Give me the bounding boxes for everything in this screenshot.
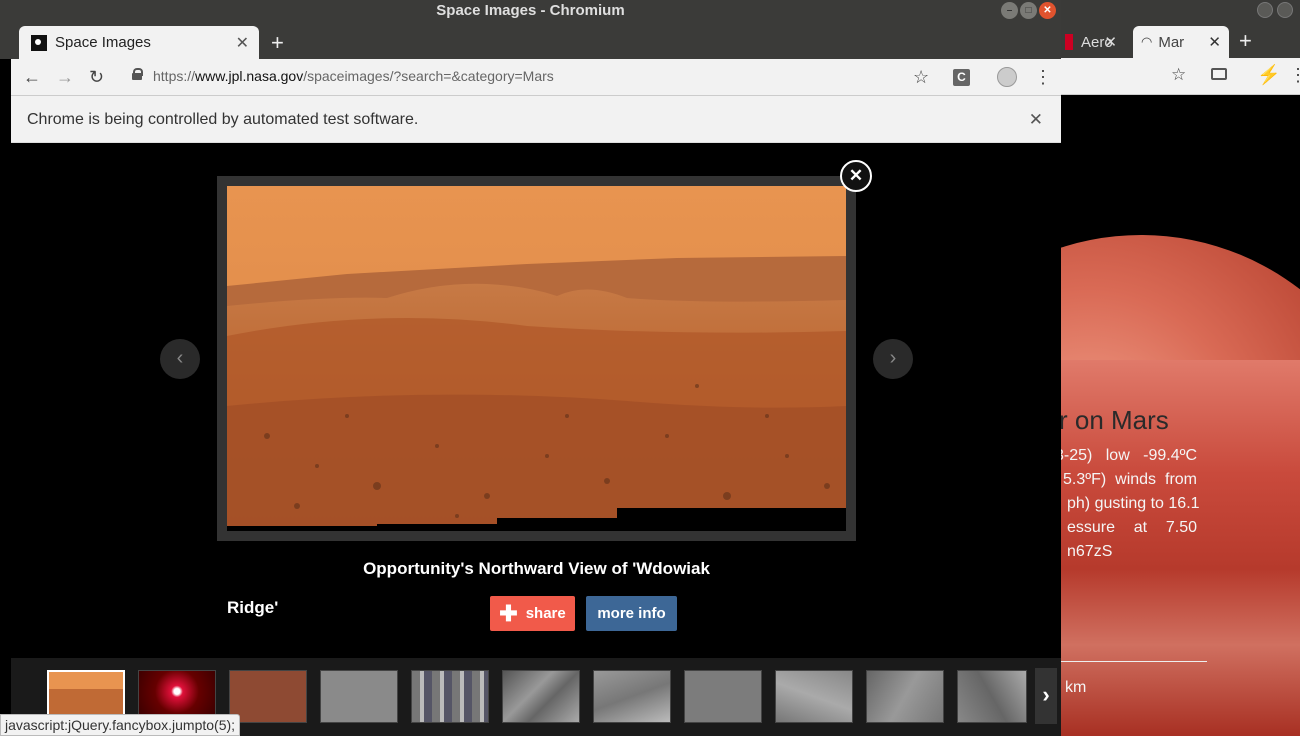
thumbnail[interactable] bbox=[502, 670, 580, 723]
tab-title: Space Images bbox=[55, 34, 151, 51]
tab-space-images[interactable]: Space Images ✕ bbox=[19, 26, 259, 59]
background-toolbar: ☆ ⚡ ⋮ bbox=[1061, 58, 1300, 95]
address-bar[interactable]: https://www.jpl.nasa.gov/spaceimages/?se… bbox=[153, 68, 554, 84]
window-title: Space Images - Chromium bbox=[0, 0, 1061, 24]
mars-panorama-image[interactable] bbox=[227, 186, 846, 531]
thumbnail[interactable] bbox=[684, 670, 762, 723]
thumbnail[interactable] bbox=[957, 670, 1027, 723]
weather-heading: r on Mars bbox=[1061, 405, 1169, 435]
more-info-button[interactable]: more info bbox=[586, 596, 677, 631]
lock-icon[interactable] bbox=[132, 68, 143, 80]
cast-icon[interactable] bbox=[1211, 68, 1227, 80]
thumbnail[interactable] bbox=[775, 670, 853, 723]
bg-minimize-button[interactable] bbox=[1257, 2, 1273, 18]
infobar-message: Chrome is being controlled by automated … bbox=[27, 111, 419, 128]
next-image-button[interactable]: › bbox=[873, 339, 913, 379]
fancybox-frame bbox=[217, 176, 856, 541]
weather-line: 3-25)low-99.4ºC bbox=[1061, 447, 1197, 464]
bookmark-star-icon[interactable]: ☆ bbox=[1171, 65, 1186, 85]
extension-c-icon[interactable]: C bbox=[953, 69, 970, 86]
jpl-favicon-icon bbox=[31, 34, 47, 51]
tab-bar: Space Images ✕ + bbox=[0, 24, 1061, 59]
weather-line: 5.3ºF) winds from bbox=[1063, 471, 1197, 488]
thumbnail[interactable] bbox=[866, 670, 944, 723]
maximize-button[interactable]: □ bbox=[1020, 2, 1037, 19]
profile-avatar-icon[interactable] bbox=[997, 67, 1017, 87]
bookmark-star-icon[interactable]: ☆ bbox=[913, 67, 929, 88]
close-icon[interactable]: ✕ bbox=[236, 33, 249, 53]
background-tab-bar: Aero ✕ ◠ Mar ✕ + bbox=[1061, 0, 1300, 58]
bg-tab-mars[interactable]: ◠ Mar ✕ bbox=[1133, 26, 1229, 58]
browser-toolbar: ← → ↻ https://www.jpl.nasa.gov/spaceimag… bbox=[11, 59, 1061, 96]
weather-line: ph) gusting to 16.1 bbox=[1067, 495, 1200, 512]
close-icon[interactable]: ✕ bbox=[1104, 33, 1117, 51]
weather-line: essure at 7.50 bbox=[1067, 519, 1197, 536]
loading-spinner-icon: ◠ bbox=[1141, 34, 1153, 49]
share-button[interactable]: ✚ share bbox=[490, 596, 575, 631]
menu-icon[interactable]: ⋮ bbox=[1034, 67, 1052, 88]
distance-unit: km bbox=[1065, 679, 1087, 696]
close-window-button[interactable]: ✕ bbox=[1039, 2, 1056, 19]
mars-landscape-graphic bbox=[227, 186, 846, 531]
background-page-content: r on Mars 3-25)low-99.4ºC 5.3ºF)windsfro… bbox=[1061, 95, 1300, 736]
thumbnail[interactable] bbox=[229, 670, 307, 723]
main-browser-window[interactable]: Space Images - Chromium – □ ✕ Space Imag… bbox=[0, 0, 1061, 736]
lightning-extension-icon[interactable]: ⚡ bbox=[1257, 63, 1281, 87]
reload-icon[interactable]: ↻ bbox=[89, 67, 104, 88]
forward-icon[interactable]: → bbox=[56, 67, 74, 88]
share-label: share bbox=[525, 605, 566, 622]
automation-infobar: Chrome is being controlled by automated … bbox=[11, 96, 1061, 143]
thumbnails-next-button[interactable]: › bbox=[1035, 668, 1057, 724]
image-caption-title: Opportunity's Northward View of 'Wdowiak bbox=[363, 559, 710, 578]
plus-icon: ✚ bbox=[499, 600, 518, 626]
thumbnail[interactable] bbox=[593, 670, 671, 723]
new-tab-button[interactable]: + bbox=[271, 30, 284, 56]
menu-icon[interactable]: ⋮ bbox=[1289, 65, 1300, 86]
image-caption-title-continued: Ridge' bbox=[227, 598, 279, 617]
minimize-button[interactable]: – bbox=[1001, 2, 1018, 19]
bg-maximize-button[interactable] bbox=[1277, 2, 1293, 18]
desktop: Aero ✕ ◠ Mar ✕ + ☆ ⚡ ⋮ r on Mars 3-25)lo… bbox=[0, 0, 1300, 736]
weather-line: n67zS bbox=[1067, 543, 1113, 560]
back-icon[interactable]: ← bbox=[23, 67, 41, 88]
close-icon[interactable]: ✕ bbox=[1029, 96, 1043, 143]
close-icon[interactable]: ✕ bbox=[1208, 33, 1221, 51]
background-browser-window[interactable]: Aero ✕ ◠ Mar ✕ + ☆ ⚡ ⋮ r on Mars 3-25)lo… bbox=[1061, 0, 1300, 736]
bg-tab-aero[interactable]: Aero ✕ bbox=[1057, 26, 1125, 58]
thumbnail[interactable] bbox=[411, 670, 489, 723]
previous-image-button[interactable]: ‹ bbox=[160, 339, 200, 379]
divider bbox=[1061, 661, 1207, 662]
tab-favicon-icon bbox=[1065, 34, 1073, 50]
page-content: ✕ ‹ › Opportunity's Northward View of 'W… bbox=[11, 143, 1061, 736]
bg-tab-title: Mar bbox=[1158, 33, 1185, 51]
lightbox-close-button[interactable]: ✕ bbox=[840, 160, 872, 192]
new-tab-button[interactable]: + bbox=[1239, 28, 1252, 54]
thumbnail[interactable] bbox=[320, 670, 398, 723]
status-bar-url: javascript:jQuery.fancybox.jumpto(5); bbox=[0, 714, 241, 736]
